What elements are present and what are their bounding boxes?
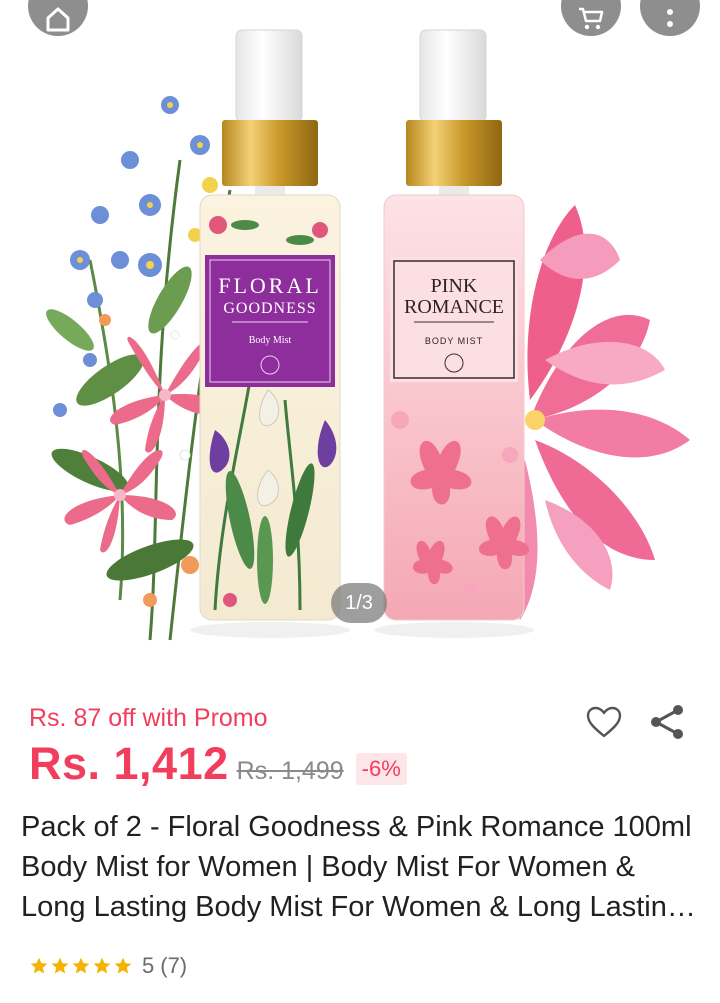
rating-score: 5 — [142, 953, 155, 978]
star-icon — [93, 957, 111, 974]
rating-count: (7) — [160, 953, 188, 978]
pink-name-text: ROMANCE — [404, 296, 504, 318]
floral-type-text: Body Mist — [249, 335, 292, 346]
star-icon — [51, 957, 69, 974]
more-vertical-icon — [667, 9, 673, 27]
product-image-gallery[interactable]: FLORAL GOODNESS Body Mist PINK ROMANCE B… — [0, 0, 720, 660]
share-button[interactable] — [645, 700, 689, 744]
right-flower — [507, 205, 690, 620]
product-title: Pack of 2 - Floral Goodness & Pink Roman… — [21, 811, 692, 923]
share-icon — [651, 705, 683, 739]
floral-brand-text: FLORAL — [218, 273, 322, 298]
original-price: Rs. 1,499 — [236, 757, 344, 785]
star-icon — [114, 957, 132, 974]
star-icon — [72, 957, 90, 974]
pink-type-text: BODY MIST — [425, 336, 483, 346]
bottle-floral-goodness — [190, 29, 350, 638]
discount-badge: -6% — [355, 753, 407, 785]
star-icon — [30, 957, 48, 974]
home-icon — [46, 7, 70, 32]
product-image: FLORAL GOODNESS Body Mist PINK ROMANCE B… — [46, 29, 690, 641]
wishlist-button[interactable] — [582, 700, 626, 744]
cart-icon — [579, 7, 604, 30]
bottle-pink-romance — [374, 29, 534, 638]
promo-text: Rs. 87 off with Promo — [29, 704, 268, 732]
rating-stars — [29, 956, 133, 976]
current-price: Rs. 1,412 — [29, 738, 229, 789]
heart-icon — [586, 706, 622, 738]
rating-row[interactable]: 5 (7) — [29, 953, 187, 979]
floral-name-text: GOODNESS — [223, 300, 316, 317]
image-counter: 1/3 — [331, 583, 387, 623]
pink-brand-text: PINK — [431, 275, 478, 297]
price-row: Rs. 1,412 Rs. 1,499 -6% — [29, 738, 407, 790]
